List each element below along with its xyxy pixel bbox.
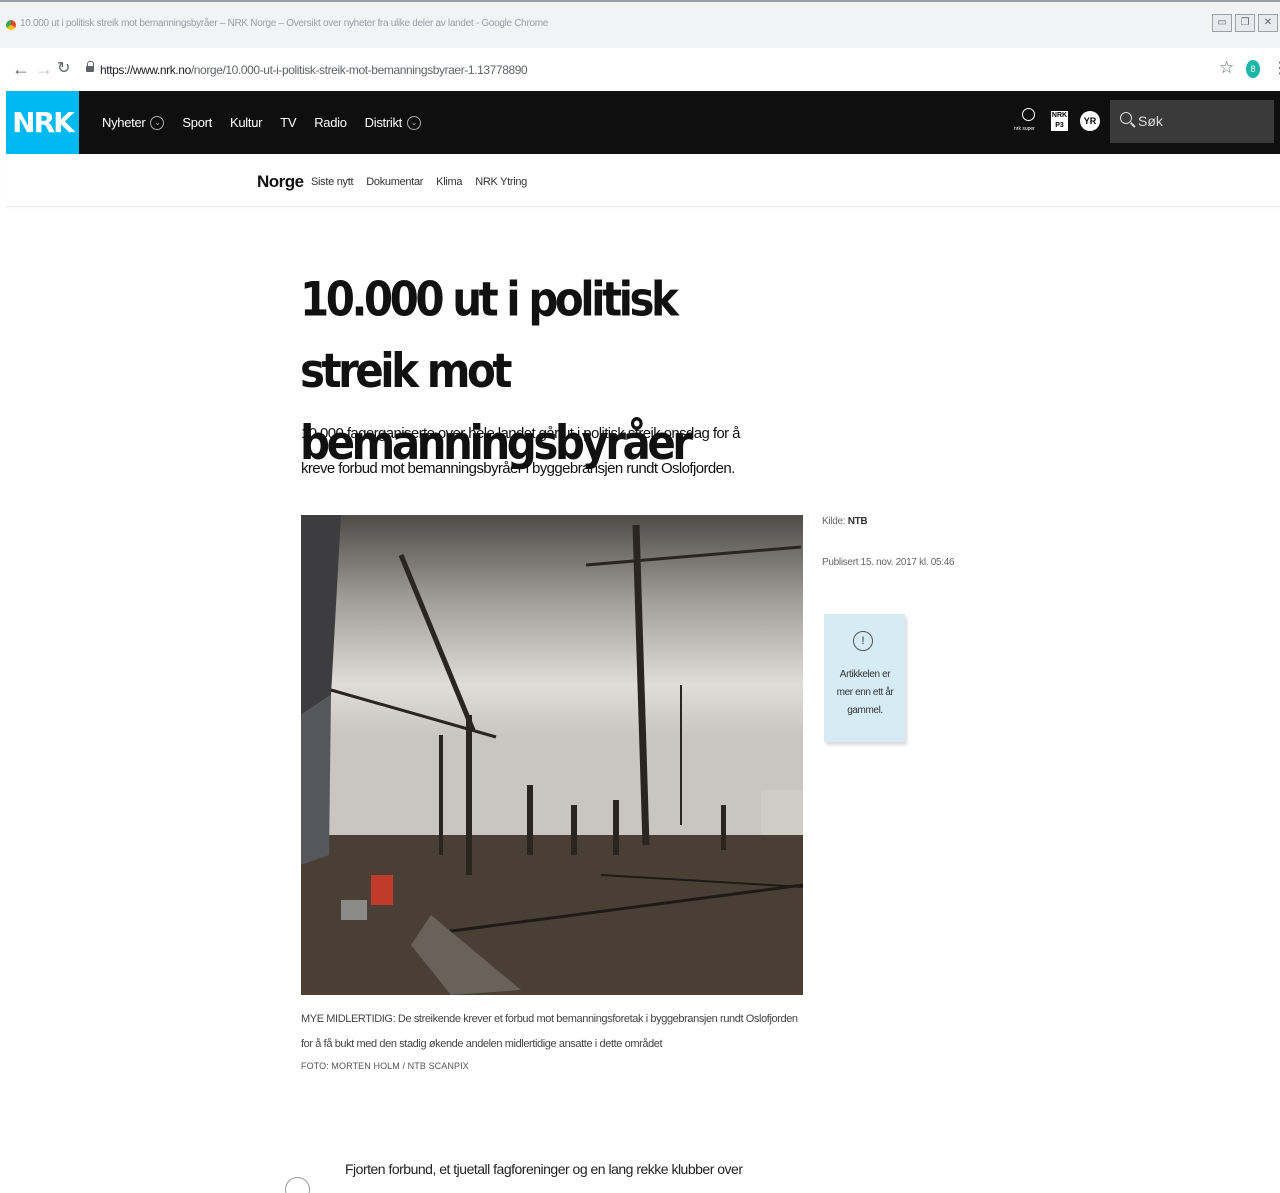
browser-titlebar: 10.000 ut i politisk streik mot bemannin… (0, 0, 1280, 48)
article-photo[interactable] (301, 515, 803, 995)
nav-label: Sport (182, 115, 212, 130)
article-lead: 10.000 fagorganiserte over hele landet g… (301, 425, 740, 477)
article-source: Kilde: NTB (822, 516, 868, 527)
play-audio-icon[interactable] (285, 1177, 310, 1193)
nrk-logo[interactable]: NRK (6, 91, 79, 154)
article-body-start: Fjorten forbund, et tjuetall fagforening… (345, 1161, 743, 1177)
p3-icon[interactable]: NRK P3 (1051, 111, 1068, 131)
nav-radio[interactable]: Radio (314, 115, 347, 130)
bookmark-star-icon[interactable]: ☆ (1219, 58, 1234, 78)
main-nav: Nyheter ⌄ Sport Kultur TV Radio Distrikt ⌄ (102, 91, 421, 154)
age-notice: ! Artikkelen er mer enn ett år gammel. (824, 614, 905, 742)
url-path: /norge/10.000-ut-i-politisk-streik-mot-b… (190, 63, 528, 77)
nav-sport[interactable]: Sport (182, 115, 212, 130)
restore-icon[interactable]: ❐ (1235, 14, 1255, 32)
reload-icon[interactable]: ↻ (57, 60, 70, 78)
nav-tv[interactable]: TV (280, 115, 296, 130)
menu-kebab-icon[interactable]: ⋮ (1272, 58, 1280, 78)
nav-nyheter[interactable]: Nyheter ⌄ (102, 115, 165, 130)
photo-credit: FOTO: MORTEN HOLM / NTB SCANPIX (301, 1061, 469, 1071)
search-input[interactable] (1138, 110, 1258, 132)
subnav-dokumentar[interactable]: Dokumentar (366, 176, 423, 188)
nrk-super-icon[interactable]: nrk super (1014, 108, 1042, 138)
exclamation-icon: ! (853, 631, 873, 651)
photo-caption: MYE MIDLERTIDIG: De streikende krever et… (301, 1013, 798, 1050)
subnav-klima[interactable]: Klima (436, 176, 462, 188)
source-value: NTB (847, 516, 868, 527)
nav-label: Nyheter (102, 115, 146, 130)
minimize-icon[interactable]: ▭ (1212, 14, 1232, 32)
source-label: Kilde: (822, 516, 846, 527)
nav-label: Kultur (230, 115, 263, 130)
search-box[interactable] (1110, 100, 1274, 143)
window-controls: ▭ ❐ ✕ (1212, 14, 1278, 32)
nav-label: Distrikt (364, 115, 403, 130)
close-icon[interactable]: ✕ (1258, 14, 1278, 32)
nav-label: Radio (314, 115, 347, 130)
nav-label: TV (280, 115, 297, 130)
section-links: Siste nytt Dokumentar Klima NRK Ytring (311, 176, 527, 188)
yr-icon[interactable]: YR (1080, 111, 1100, 131)
nrk-super-label: nrk super (1014, 126, 1035, 132)
extension-icon[interactable]: 8 (1246, 60, 1260, 78)
url-domain: https://www.nrk.no (100, 63, 191, 77)
subnav-siste-nytt[interactable]: Siste nytt (311, 176, 354, 188)
url-field[interactable]: https://www.nrk.no/norge/10.000-ut-i-pol… (100, 63, 528, 77)
age-notice-text: Artikkelen er mer enn ett år gammel. (836, 669, 894, 716)
site-header: NRK Nyheter ⌄ Sport Kultur TV Radio Distr… (6, 91, 1280, 154)
section-nav: Norge Siste nytt Dokumentar Klima NRK Yt… (6, 154, 1280, 207)
search-icon[interactable] (1120, 112, 1132, 124)
construction-site-image (301, 515, 803, 995)
section-title[interactable]: Norge (257, 172, 304, 192)
subnav-nrk-ytring[interactable]: NRK Ytring (475, 176, 527, 188)
forward-icon[interactable]: → (35, 60, 53, 78)
lock-icon[interactable] (86, 61, 95, 73)
chrome-favicon-icon (6, 20, 16, 30)
back-icon[interactable]: ← (12, 60, 30, 78)
address-bar: ← → ↻ https://www.nrk.no/norge/10.000-ut… (0, 48, 1280, 91)
chevron-down-icon[interactable]: ⌄ (150, 115, 165, 130)
nav-distrikt[interactable]: Distrikt ⌄ (365, 115, 421, 130)
publish-date: Publisert 15. nov. 2017 kl. 05:46 (822, 557, 955, 568)
window-title: 10.000 ut i politisk streik mot bemannin… (20, 18, 549, 29)
chevron-down-icon[interactable]: ⌄ (406, 115, 421, 130)
nav-kultur[interactable]: Kultur (230, 115, 262, 130)
